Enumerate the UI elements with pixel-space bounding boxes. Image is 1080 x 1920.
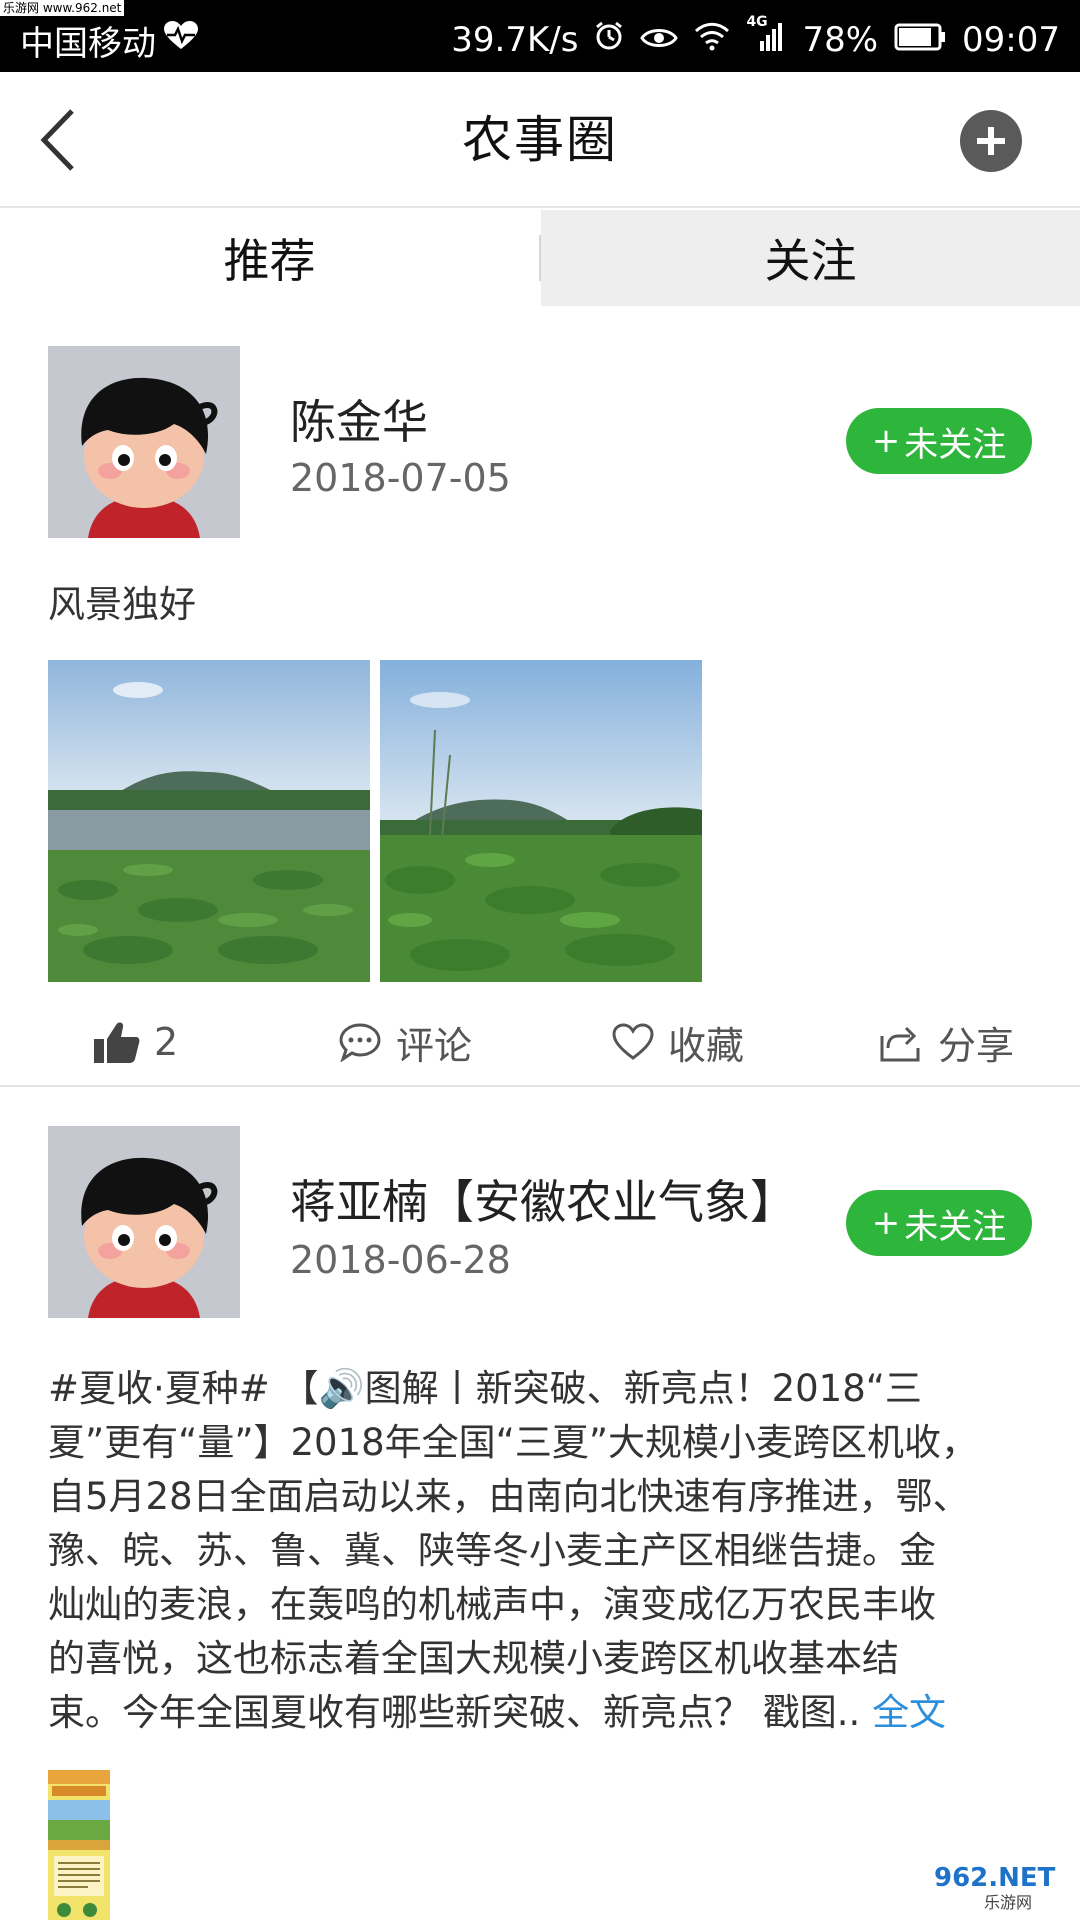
post-text-line: 灿灿的麦浪，在轰鸣的机械声中，演变成亿万农民丰收 [48,1583,936,1626]
post-image[interactable] [48,1770,110,1920]
author-name[interactable]: 陈金华 [290,386,428,452]
avatar[interactable] [48,1126,240,1318]
share-icon [880,1026,920,1062]
post-text-line: #夏收·夏种# 【🔊图解丨新突破、新亮点！2018“三 [48,1367,922,1410]
watermark: 乐游网 www.962.net [0,0,125,16]
post-text-line: 豫、皖、苏、鲁、冀、陕等冬小麦主产区相继告捷。金 [48,1529,936,1572]
favorite-label: 收藏 [668,1023,745,1068]
tab-following[interactable]: 关注 [541,210,1080,306]
comment-label: 评论 [396,1023,473,1068]
alarm-icon [594,20,624,60]
status-bar: 中国移动 39.7K/s 4G 78% 09:07 [0,0,1080,72]
network-type: 4G [746,14,768,30]
back-button[interactable] [28,104,88,176]
post-text-line: 自5月28日全面启动以来，由南向北快速有序推进，鄂、 [48,1475,970,1518]
post-image[interactable] [380,660,702,982]
post-card: 蒋亚楠【安徽农业气象】 2018-06-28 + 未关注 #夏收·夏种# 【🔊图… [0,1088,1080,1920]
post-date: 2018-06-28 [290,1238,511,1282]
like-count: 2 [154,1020,179,1064]
avatar[interactable] [48,346,240,538]
like-button[interactable]: 2 [94,1002,178,1082]
plus-icon: + [871,421,901,461]
follow-button[interactable]: + 未关注 [846,408,1032,474]
comment-button[interactable]: 评论 [338,1002,472,1082]
add-post-button[interactable] [960,110,1022,172]
title-bar: 农事圈 [0,72,1080,208]
heart-pulse-icon [164,20,198,60]
plus-icon: + [871,1203,901,1243]
post-divider [0,1085,1080,1087]
heart-icon [612,1023,654,1060]
full-text-link[interactable]: 全文 [872,1691,946,1734]
site-logo: 962.NET 乐游网 [924,1856,1074,1916]
signal-icon: 4G [746,14,786,60]
share-label: 分享 [938,1023,1015,1068]
post-actions: 2 评论 收藏 分享 [0,1002,1080,1082]
comment-icon [339,1023,381,1062]
post-date: 2018-07-05 [290,456,511,500]
back-arrow-icon [40,109,74,171]
tab-recommended[interactable]: 推荐 [0,210,539,306]
post-text-line: 夏”更有“量”】2018年全国“三夏”大规模小麦跨区机收， [48,1421,979,1464]
thumbs-up-icon [94,1022,140,1063]
post-text-line: 的喜悦，这也标志着全国大规模小麦跨区机收基本结 [48,1637,899,1680]
post-image[interactable] [48,660,370,982]
author-name[interactable]: 蒋亚楠【安徽农业气象】 [290,1166,796,1232]
battery-icon [894,20,946,60]
follow-label: 未关注 [904,424,1007,465]
battery-percent: 78% [802,20,879,60]
post-card: 陈金华 2018-07-05 + 未关注 风景独好 2 评论 收藏 分享 [0,306,1080,1086]
share-button[interactable]: 分享 [880,1002,1014,1082]
post-text: 风景独好 [48,583,196,626]
post-text-line-last: 束。今年全国夏收有哪些新突破、新亮点？ 戳图.. 全文 [48,1686,1038,1740]
site-logo-main: 962.NET [934,1863,1056,1893]
clock: 09:07 [962,20,1060,60]
site-logo-sub: 乐游网 [984,1893,1032,1912]
post-text: #夏收·夏种# 【🔊图解丨新突破、新亮点！2018“三 夏”更有“量”】2018… [48,1362,1038,1740]
plus-icon [977,127,1005,155]
eye-icon [640,20,679,60]
tab-bar: 推荐 关注 [0,210,1080,306]
follow-label: 未关注 [904,1206,1007,1247]
network-speed: 39.7K/s [451,20,579,60]
page-title: 农事圈 [462,111,618,169]
carrier-label: 中国移动 [20,23,156,64]
favorite-button[interactable]: 收藏 [612,1002,744,1082]
wifi-icon [694,20,730,60]
follow-button[interactable]: + 未关注 [846,1190,1032,1256]
post-text-tail: 束。今年全国夏收有哪些新突破、新亮点？ 戳图.. [48,1691,861,1734]
